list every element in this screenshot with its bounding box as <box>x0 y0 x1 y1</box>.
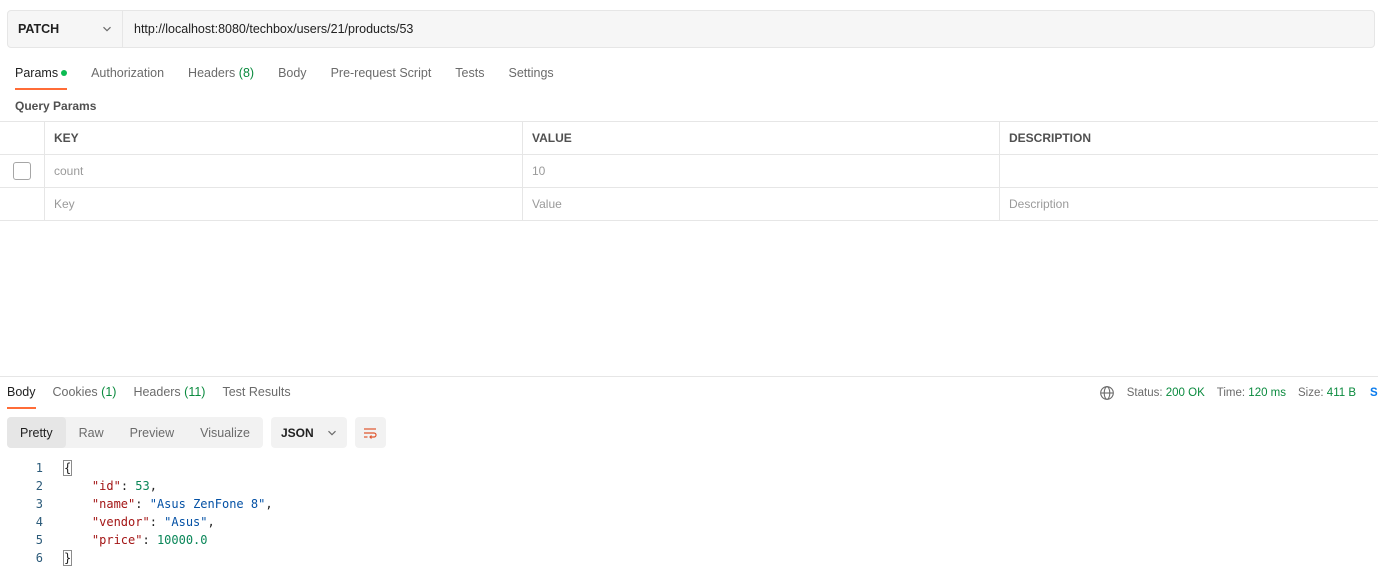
tab-authorization-label: Authorization <box>91 66 165 80</box>
line-number: 5 <box>35 533 43 547</box>
line-number: 3 <box>35 497 43 511</box>
query-params-table: KEY VALUE DESCRIPTION count 10 Key Value… <box>0 121 1378 221</box>
code-line: 5 "price": 10000.0 <box>0 531 273 549</box>
new-row-check-cell <box>0 188 44 220</box>
code-line: 2 "id": 53, <box>0 477 273 495</box>
format-select[interactable]: JSON <box>270 417 347 448</box>
tab-headers-count: (8) <box>238 66 255 80</box>
tab-pre-request-script-label: Pre-request Script <box>330 66 432 80</box>
wrap-lines-button[interactable] <box>354 417 386 448</box>
code-line: 4 "vendor": "Asus", <box>0 513 273 531</box>
response-tab-test-results[interactable]: Test Results <box>222 384 290 409</box>
tab-pre-request-script[interactable]: Pre-request Script <box>331 64 432 90</box>
json-value: 10000.0 <box>156 533 208 547</box>
open-brace[interactable]: { <box>63 460 73 476</box>
url-input[interactable]: http://localhost:8080/techbox/users/21/p… <box>123 11 1374 47</box>
header-check-cell <box>0 122 44 154</box>
new-value-input[interactable]: Value <box>522 188 999 220</box>
json-key: "id" <box>91 479 121 493</box>
time-value: 120 ms <box>1248 387 1287 399</box>
response-body-code[interactable]: 1 { 2 "id": 53, 3 "name": "Asus ZenFone … <box>0 459 273 567</box>
new-description-input[interactable]: Description <box>999 188 1378 220</box>
status-indicator[interactable]: Status: 200 OK <box>1127 387 1205 399</box>
json-key: "price" <box>91 533 143 547</box>
response-tab-test-results-label: Test Results <box>222 385 291 399</box>
tab-tests[interactable]: Tests <box>455 64 484 90</box>
tab-params[interactable]: Params <box>15 64 68 90</box>
response-tabs: Body Cookies (1) Headers (11) Test Resul… <box>7 384 308 409</box>
table-header-row: KEY VALUE DESCRIPTION <box>0 122 1378 155</box>
response-tab-body[interactable]: Body <box>7 384 36 409</box>
code-line: 6 } <box>0 549 273 567</box>
format-label: JSON <box>280 425 314 440</box>
new-key-input[interactable]: Key <box>44 188 522 220</box>
view-visualize-button[interactable]: Visualize <box>187 417 263 448</box>
method-select[interactable]: PATCH <box>8 11 123 47</box>
response-tab-cookies[interactable]: Cookies (1) <box>53 384 117 409</box>
json-key: "vendor" <box>91 515 150 529</box>
code-line: 3 "name": "Asus ZenFone 8", <box>0 495 273 513</box>
json-value: "Asus ZenFone 8" <box>149 497 266 511</box>
response-status-bar: Status: 200 OK Time: 120 ms Size: 411 B … <box>1099 385 1378 401</box>
chevron-down-icon <box>328 430 336 436</box>
size-value: 411 B <box>1326 387 1356 399</box>
close-brace[interactable]: } <box>63 550 73 566</box>
param-key-cell[interactable]: count <box>44 155 522 187</box>
line-number: 6 <box>35 551 43 565</box>
response-tab-body-label: Body <box>7 385 36 399</box>
tab-tests-label: Tests <box>455 66 485 80</box>
line-number: 1 <box>35 461 43 475</box>
wrap-lines-icon <box>364 427 378 439</box>
time-label: Time: <box>1216 387 1246 399</box>
query-params-title: Query Params <box>15 99 97 113</box>
chevron-down-icon <box>102 24 112 34</box>
tab-authorization[interactable]: Authorization <box>91 64 164 90</box>
table-row-new: Key Value Description <box>0 188 1378 221</box>
time-indicator[interactable]: Time: 120 ms <box>1217 387 1286 399</box>
tab-settings[interactable]: Settings <box>508 64 553 90</box>
response-tab-headers-label: Headers <box>133 385 181 399</box>
column-header-key: KEY <box>44 122 522 154</box>
param-description-cell[interactable] <box>999 155 1378 187</box>
tab-body[interactable]: Body <box>278 64 307 90</box>
method-label: PATCH <box>18 22 60 36</box>
line-number: 4 <box>35 515 43 529</box>
view-preview-button[interactable]: Preview <box>117 417 187 448</box>
tab-headers[interactable]: Headers (8) <box>188 64 254 90</box>
tab-params-label: Params <box>15 66 59 80</box>
code-line: 1 { <box>0 459 273 477</box>
table-row: count 10 <box>0 155 1378 188</box>
param-enable-checkbox[interactable] <box>13 162 31 180</box>
size-label: Size: <box>1298 387 1324 399</box>
response-divider <box>0 376 1378 377</box>
json-value: "Asus" <box>164 515 208 529</box>
param-value-cell[interactable]: 10 <box>522 155 999 187</box>
json-value: 53 <box>135 479 150 493</box>
save-response-link[interactable]: S <box>1370 387 1378 399</box>
response-view-bar: Pretty Raw Preview Visualize JSON <box>7 417 386 448</box>
view-pretty-button[interactable]: Pretty <box>7 417 66 448</box>
json-key: "name" <box>91 497 136 511</box>
response-tab-cookies-count: (1) <box>101 385 117 399</box>
globe-icon[interactable] <box>1099 385 1115 401</box>
response-tab-headers-count: (11) <box>184 385 206 399</box>
request-tabs: Params Authorization Headers (8) Body Pr… <box>15 64 578 90</box>
line-number: 2 <box>35 479 43 493</box>
size-indicator[interactable]: Size: 411 B <box>1298 387 1356 399</box>
params-active-dot <box>61 69 68 76</box>
row-check-cell <box>0 155 44 187</box>
tab-headers-label: Headers <box>188 66 236 80</box>
status-label: Status: <box>1126 387 1163 399</box>
view-mode-segmented: Pretty Raw Preview Visualize <box>7 417 263 448</box>
request-url-bar: PATCH http://localhost:8080/techbox/user… <box>7 10 1375 48</box>
tab-settings-label: Settings <box>508 66 554 80</box>
tab-body-label: Body <box>278 66 307 80</box>
column-header-description: DESCRIPTION <box>999 122 1378 154</box>
column-header-value: VALUE <box>522 122 999 154</box>
response-tab-cookies-label: Cookies <box>52 385 98 399</box>
view-raw-button[interactable]: Raw <box>66 417 117 448</box>
status-value: 200 OK <box>1165 387 1205 399</box>
response-tab-headers[interactable]: Headers (11) <box>133 384 205 409</box>
